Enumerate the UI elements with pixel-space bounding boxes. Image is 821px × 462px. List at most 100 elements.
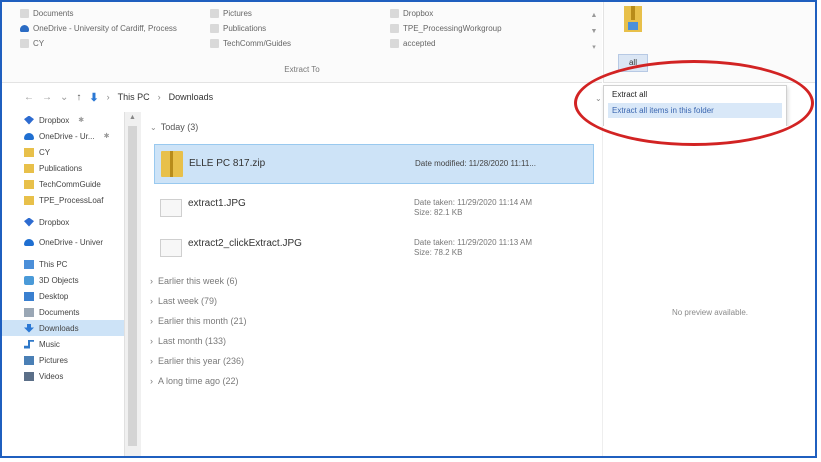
sidebar-item[interactable]: Publications <box>2 160 130 176</box>
sidebar-item[interactable]: Dropbox ✱ <box>2 112 130 128</box>
ribbon-destination[interactable]: Pictures <box>210 6 291 21</box>
chevron-right-icon: › <box>150 376 153 386</box>
breadcrumb-separator-icon[interactable]: › <box>107 92 110 102</box>
sidebar-item[interactable]: OneDrive - Ur... ✱ <box>2 128 130 144</box>
cloud-icon <box>24 238 34 246</box>
ribbon-destination[interactable]: accepted <box>390 36 502 51</box>
image-file-icon <box>160 239 182 257</box>
sidebar-item[interactable]: TechCommGuide <box>2 176 130 192</box>
ribbon-destination[interactable]: Documents <box>20 6 177 21</box>
sidebar-item-label: CY <box>39 147 51 157</box>
sidebar-item-label: This PC <box>39 259 68 269</box>
folder-icon <box>24 195 34 205</box>
sidebar-item[interactable]: 3D Objects <box>2 272 130 288</box>
group-label: Earlier this year (236) <box>158 356 245 366</box>
sidebar-item[interactable]: Desktop <box>2 288 130 304</box>
sidebar-item-label: Desktop <box>39 291 69 301</box>
ribbon-destination[interactable]: Publications <box>210 21 291 36</box>
downloads-location-icon: ⬇ <box>89 91 99 104</box>
sidebar-item-label: Videos <box>39 371 64 381</box>
breadcrumb-this-pc[interactable]: This PC <box>118 92 150 102</box>
folder-icon <box>24 179 34 189</box>
navigation-pane: Dropbox ✱ OneDrive - Ur... ✱ CY Publications T… <box>2 112 130 456</box>
sidebar-item-label: 3D Objects <box>39 275 79 285</box>
extract-all-items-option[interactable]: Extract all items in this folder <box>608 103 782 118</box>
cloud-icon <box>20 25 29 32</box>
explorer-window: Documents OneDrive - University of Cardi… <box>0 0 817 458</box>
sidebar-scrollbar[interactable]: ▲ <box>124 112 141 456</box>
breadcrumb-separator-icon[interactable]: › <box>158 92 161 102</box>
folder-icon <box>20 39 29 48</box>
group-header[interactable]: › Earlier this week (6) <box>142 274 550 288</box>
ribbon-column-3: Dropbox TPE_ProcessingWorkgroup accepted <box>390 6 502 51</box>
folder-icon <box>24 163 34 173</box>
music-icon <box>24 339 34 349</box>
sidebar-item[interactable]: Videos <box>2 368 130 384</box>
ribbon-destination[interactable]: TechComm/Guides <box>210 36 291 51</box>
scroll-up-icon[interactable]: ▲ <box>129 114 136 121</box>
dropbox-icon <box>24 217 34 227</box>
document-icon <box>24 307 34 317</box>
group-header[interactable]: › Last week (79) <box>142 294 550 308</box>
extract-dropdown-menu: Extract all Extract all items in this fo… <box>603 85 787 127</box>
file-item[interactable]: ELLE PC 817.zip Date modified: 11/28/202… <box>154 144 594 184</box>
folder-icon <box>390 24 399 33</box>
preview-pane: No preview available. <box>602 126 815 456</box>
group-header[interactable]: › Earlier this year (236) <box>142 354 550 368</box>
ribbon-gallery-scroll[interactable]: ▲ ▼ ▾ <box>590 8 598 56</box>
file-details: Date taken: 11/29/2020 11:13 AM Size: 78… <box>414 238 532 258</box>
sidebar-item-label: Downloads <box>39 323 79 333</box>
documents-icon <box>20 9 29 18</box>
sidebar-item[interactable]: Documents <box>2 304 130 320</box>
ribbon-destination[interactable]: TPE_ProcessingWorkgroup <box>390 21 502 36</box>
sidebar-item[interactable]: TPE_ProcessLoaf <box>2 192 130 208</box>
group-header[interactable]: › A long time ago (22) <box>142 374 550 388</box>
file-meta-line: Date taken: 11/29/2020 11:13 AM <box>414 238 533 247</box>
ribbon-destination[interactable]: CY <box>20 36 177 51</box>
recent-locations-icon[interactable]: ⌄ <box>60 92 68 103</box>
ribbon-destination[interactable]: Dropbox <box>390 6 502 21</box>
sidebar-item-label: Documents <box>39 307 80 317</box>
sidebar-item-label: Dropbox <box>39 115 70 125</box>
scrollbar-thumb[interactable] <box>128 126 137 446</box>
group-header[interactable]: › Last month (133) <box>142 334 550 348</box>
sidebar-item[interactable]: Pictures <box>2 352 130 368</box>
forward-icon[interactable]: → <box>42 92 52 103</box>
chevron-right-icon: › <box>150 276 153 286</box>
ribbon-destination[interactable]: OneDrive - University of Cardiff, Proces… <box>20 21 177 36</box>
pc-icon <box>24 259 34 269</box>
group-label: Earlier this month (21) <box>158 316 247 326</box>
sidebar-item[interactable]: Music <box>2 336 130 352</box>
sidebar-item[interactable]: Dropbox <box>2 214 130 230</box>
up-arrow-icon[interactable]: ↑ <box>76 92 81 103</box>
file-item[interactable]: extract2_clickExtract.JPG Date taken: 11… <box>154 228 594 268</box>
sidebar-item-label: Pictures <box>39 355 68 365</box>
sidebar-item[interactable]: CY <box>2 144 130 160</box>
sidebar-item-label: Dropbox <box>39 217 70 227</box>
file-name: ELLE PC 817.zip <box>189 158 266 169</box>
chevron-down-icon[interactable]: ⌄ <box>595 94 602 103</box>
extract-all-group: all <box>603 2 815 83</box>
zip-file-icon <box>161 151 183 177</box>
no-preview-text: No preview available. <box>671 308 749 317</box>
group-header-today[interactable]: ⌄ Today (3) <box>142 120 602 134</box>
zip-folder-icon[interactable] <box>624 6 642 32</box>
sidebar-item-label: TechCommGuide <box>39 179 101 189</box>
dropbox-icon <box>390 9 399 18</box>
file-item[interactable]: extract1.JPG Date taken: 11/29/2020 11:1… <box>154 188 594 228</box>
sidebar-item[interactable]: Downloads <box>2 320 130 336</box>
sidebar-item[interactable]: OneDrive - Univer <box>2 234 130 250</box>
group-label: Last week (79) <box>158 296 218 306</box>
sidebar-item[interactable]: This PC <box>2 256 130 272</box>
group-header[interactable]: › Earlier this month (21) <box>142 314 550 328</box>
cloud-icon <box>24 132 34 140</box>
dropdown-title[interactable]: Extract all <box>604 86 786 101</box>
file-name: extract2_clickExtract.JPG <box>188 238 302 249</box>
chevron-right-icon: › <box>150 316 153 326</box>
extract-all-button[interactable]: all <box>618 54 648 72</box>
breadcrumb-downloads[interactable]: Downloads <box>169 92 214 102</box>
back-icon[interactable]: ← <box>24 92 34 103</box>
sidebar-item-label: TPE_ProcessLoaf <box>39 195 104 205</box>
file-size: Size: 82.1 KB <box>414 208 463 217</box>
chevron-right-icon: › <box>150 336 153 346</box>
